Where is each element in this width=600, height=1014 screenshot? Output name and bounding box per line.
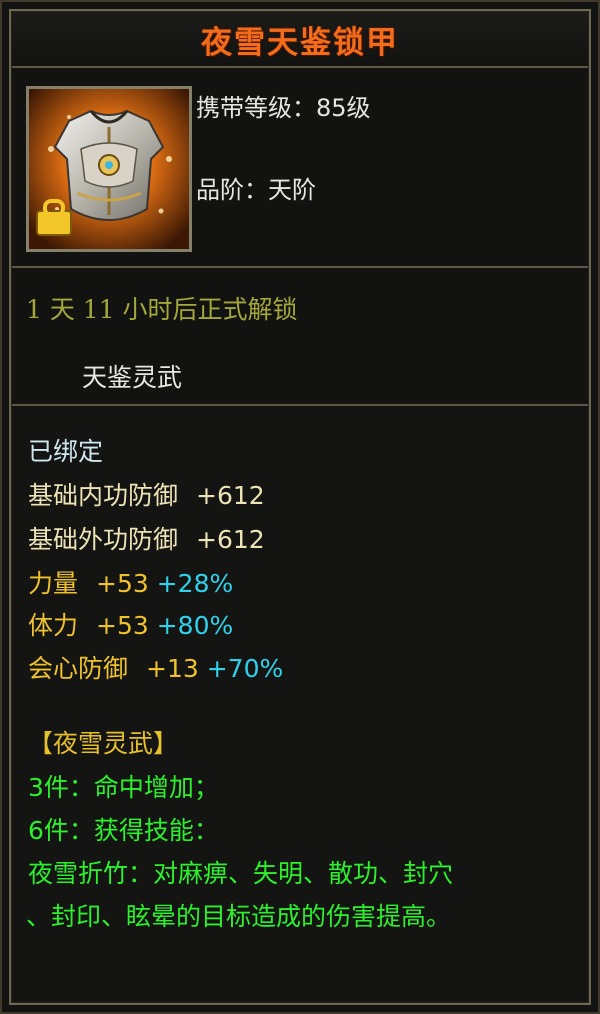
stat-label: 体力 bbox=[28, 611, 79, 640]
set-bonus-6: 6件：获得技能： bbox=[28, 816, 219, 845]
stat-value: +53 bbox=[96, 611, 149, 640]
item-header: 携带等级：85级 品阶：天阶 bbox=[12, 68, 588, 268]
title-bar: 夜雪天鉴锁甲 bbox=[12, 12, 588, 68]
stats-panel: 已绑定 基础内功防御 +612 基础外功防御 +612 力量 +53 +28% 体力 +… bbox=[12, 404, 588, 1002]
level-requirement: 携带等级：85级 bbox=[196, 88, 371, 123]
item-grade: 品阶：天阶 bbox=[196, 170, 316, 205]
stat-label: 基础内功防御 bbox=[28, 481, 179, 510]
item-series: 天鉴灵武 bbox=[82, 363, 183, 392]
set-skill-line-1: 夜雪折竹：对麻痹、失明、散功、封穴 bbox=[28, 859, 454, 888]
set-bonus-3: 3件：命中增加； bbox=[28, 773, 219, 802]
stat-line-crit-defense: 会心防御 +13 +70% bbox=[28, 649, 283, 685]
level-label: 携带等级： bbox=[196, 94, 316, 122]
stat-line-strength: 力量 +53 +28% bbox=[28, 564, 233, 600]
grade-label: 品阶： bbox=[196, 176, 268, 204]
stat-percent: +28% bbox=[156, 569, 234, 598]
stat-line-base-inner-defense: 基础内功防御 +612 bbox=[28, 476, 265, 512]
armor-chestplate-icon[interactable] bbox=[26, 86, 192, 252]
item-name: 夜雪天鉴锁甲 bbox=[201, 24, 399, 61]
item-tooltip: 夜雪天鉴锁甲 携带等级：85级 品阶：天阶 1 天 11 小时后正式解锁 天鉴灵… bbox=[0, 0, 600, 1014]
set-title: 【夜雪灵武】 bbox=[28, 729, 179, 758]
stat-value: +13 bbox=[146, 654, 199, 683]
stat-label: 力量 bbox=[28, 569, 79, 598]
unlock-timer: 1 天 11 小时后正式解锁 bbox=[26, 295, 298, 324]
bound-status: 已绑定 bbox=[28, 437, 104, 466]
stat-value: +53 bbox=[96, 569, 149, 598]
stat-value: +612 bbox=[196, 525, 265, 554]
grade-value: 天阶 bbox=[268, 176, 316, 204]
stat-label: 基础外功防御 bbox=[28, 525, 179, 554]
stat-percent: +80% bbox=[156, 611, 234, 640]
level-value: 85级 bbox=[316, 94, 371, 122]
stat-value: +612 bbox=[196, 481, 265, 510]
armor-chestplate-icon-graphic bbox=[29, 89, 189, 249]
stat-line-stamina: 体力 +53 +80% bbox=[28, 606, 233, 642]
set-skill-line-2: 、封印、眩晕的目标造成的伤害提高。 bbox=[26, 902, 452, 931]
stat-line-base-outer-defense: 基础外功防御 +612 bbox=[28, 520, 265, 556]
stat-label: 会心防御 bbox=[28, 654, 129, 683]
stat-percent: +70% bbox=[206, 654, 284, 683]
